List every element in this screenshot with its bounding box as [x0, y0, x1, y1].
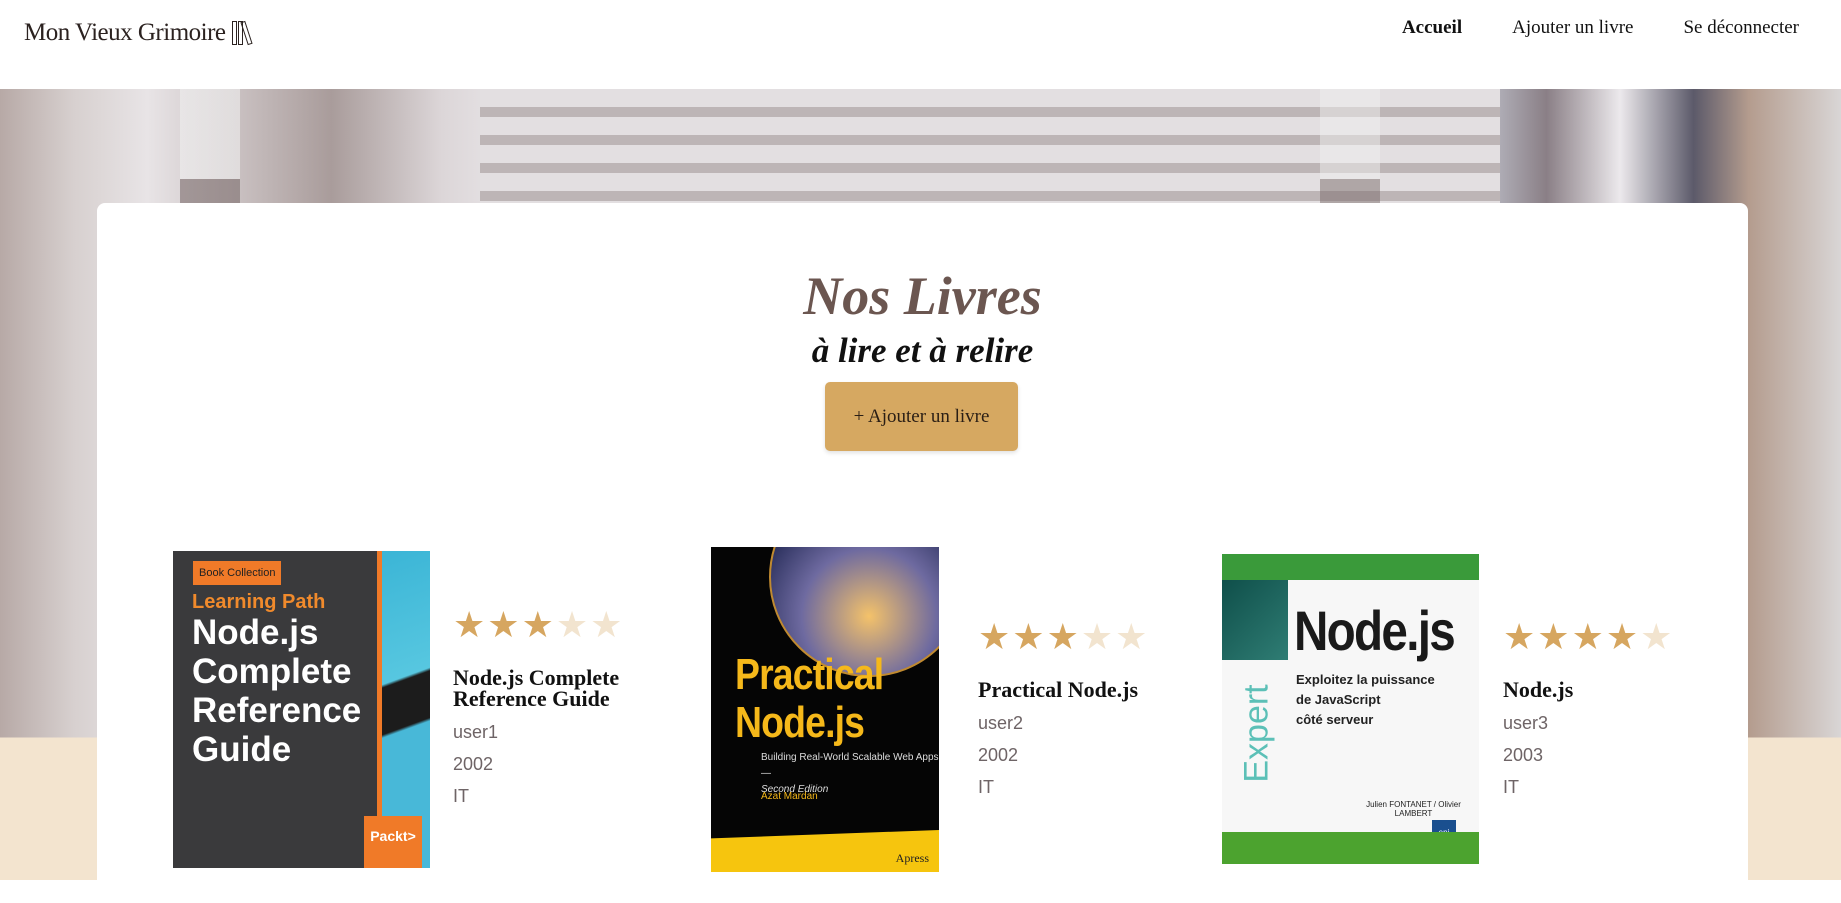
rating-stars: ★ ★ ★ ★ ★ [453, 607, 643, 643]
star-filled-icon: ★ [1046, 617, 1079, 657]
star-filled-icon: ★ [487, 605, 520, 645]
star-empty-icon: ★ [555, 605, 589, 645]
book-title: Practical Node.js [978, 677, 1139, 702]
cover-subtitle-2: de JavaScript [1296, 692, 1381, 707]
star-filled-icon: ★ [1537, 617, 1570, 657]
add-book-button[interactable]: + Ajouter un livre [825, 382, 1018, 451]
cover-subtitle-text: Building Real-World Scalable Web Apps [761, 752, 939, 763]
book-genre: IT [453, 786, 469, 806]
cover-band [1222, 832, 1479, 864]
book-year: 2002 [978, 745, 1019, 765]
nav-accueil[interactable]: Accueil [1402, 17, 1462, 39]
star-empty-icon: ★ [1115, 617, 1148, 657]
cover-authors: Julien FONTANET / Olivier LAMBERT [1366, 800, 1461, 818]
book-title: Node.js Complete Reference Guide [453, 665, 620, 711]
cover-series: Expert [1237, 684, 1276, 783]
page-subtitle: à lire et à relire [811, 331, 1034, 370]
cover-title: Node.js Complete Reference Guide [192, 613, 362, 769]
star-filled-icon: ★ [1605, 617, 1639, 657]
star-filled-icon: ★ [521, 605, 554, 645]
book-year: 2002 [453, 754, 494, 774]
cover-publisher: Apress [895, 851, 929, 865]
star-filled-icon: ★ [1571, 617, 1604, 657]
book-info: ★ ★ ★ ★ ★ Node.js Complete Reference Guide u… [453, 607, 643, 805]
cover-subtitle-1: Exploitez la puissance [1296, 672, 1435, 687]
star-filled-icon: ★ [1503, 617, 1536, 657]
book-user: user2 [978, 713, 1024, 733]
book-user: user3 [1503, 713, 1549, 733]
cover-author: Azat Mardan [761, 791, 818, 802]
star-empty-icon: ★ [1080, 617, 1114, 657]
book-year: 2003 [1503, 745, 1544, 765]
logo[interactable]: Mon Vieux Grimoire [24, 19, 254, 47]
nav-ajouter-livre[interactable]: Ajouter un livre [1512, 17, 1633, 39]
book-cover[interactable]: Practical Node.js Building Real-World Sc… [711, 547, 939, 872]
cover-band [1222, 554, 1479, 580]
star-empty-icon: ★ [1640, 617, 1673, 657]
book-genre: IT [978, 777, 994, 797]
cover-series: Learning Path [192, 591, 326, 613]
star-empty-icon: ★ [590, 605, 623, 645]
book-cover[interactable]: Book Collection Learning Path Node.js Co… [173, 551, 430, 868]
main-nav: Accueil Ajouter un livre Se déconnecter [1402, 17, 1799, 39]
cover-subtitle-3: côté serveur [1296, 712, 1374, 727]
star-filled-icon: ★ [1012, 617, 1045, 657]
books-icon [231, 20, 254, 46]
nav-se-deconnecter[interactable]: Se déconnecter [1683, 17, 1799, 39]
rating-stars: ★ ★ ★ ★ ★ [978, 619, 1168, 655]
book-cover[interactable]: Expert Node.js Exploitez la puissance de … [1222, 554, 1479, 864]
cover-art [1222, 580, 1288, 660]
page-title: Nos Livres [803, 266, 1042, 326]
book-genre: IT [1503, 777, 1519, 797]
cover-tag: Book Collection [193, 561, 282, 585]
logo-text: Mon Vieux Grimoire [24, 19, 226, 46]
book-title: Node.js [1503, 677, 1574, 702]
book-info: ★ ★ ★ ★ ★ Practical Node.js user2 2002 IT [978, 619, 1168, 796]
cover-publisher: Packt> [364, 816, 422, 868]
star-filled-icon: ★ [453, 605, 486, 645]
cover-title: Node.js [1294, 599, 1456, 662]
book-info: ★ ★ ★ ★ ★ Node.js user3 2003 IT [1503, 619, 1693, 796]
rating-stars: ★ ★ ★ ★ ★ [1503, 619, 1693, 655]
top-header: Mon Vieux Grimoire Accueil Ajouter un li… [0, 0, 1841, 89]
cover-title: Practical Node.js [735, 650, 884, 747]
book-user: user1 [453, 722, 499, 742]
star-filled-icon: ★ [978, 617, 1011, 657]
cover-subtitle: Exploitez la puissance de JavaScript côté … [1296, 670, 1435, 730]
books-panel: Nos Livres à lire et à relire + Ajouter … [97, 203, 1748, 903]
